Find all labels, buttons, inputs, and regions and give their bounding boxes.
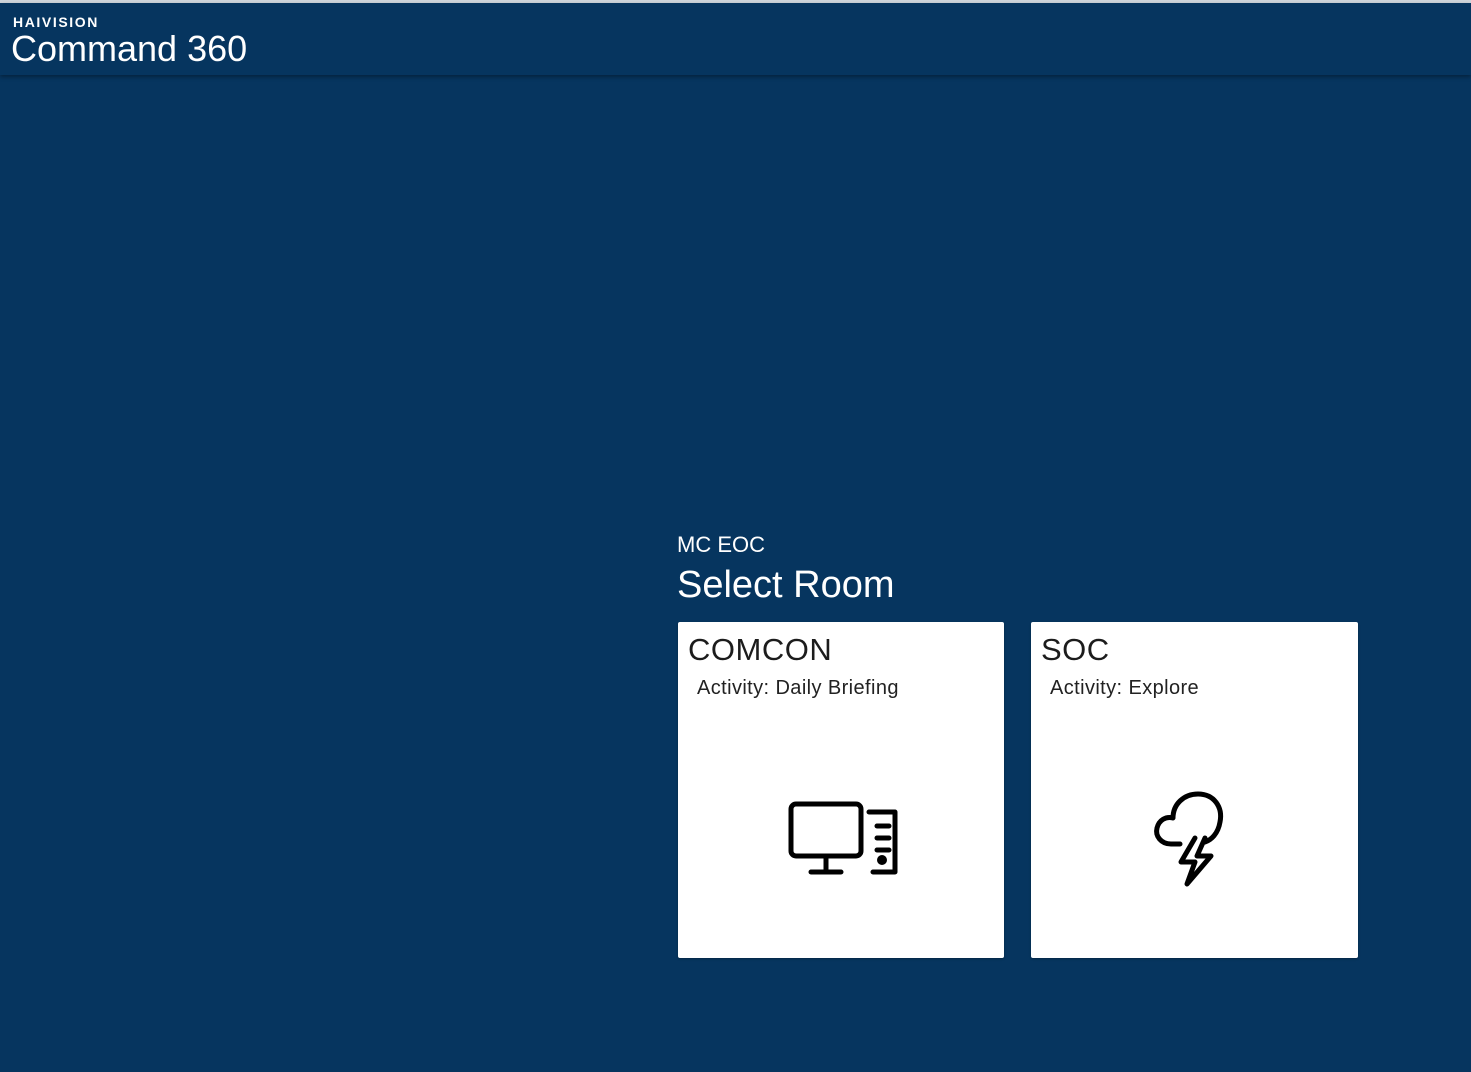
- room-activity: Activity: Explore: [1050, 677, 1200, 699]
- room-name: SOC: [1041, 632, 1110, 667]
- room-card-comcon[interactable]: COMCON Activity: Daily Briefing: [678, 622, 1004, 958]
- site-name: MC EOC: [677, 532, 765, 557]
- room-activity: Activity: Daily Briefing: [697, 677, 899, 699]
- cloud-lightning-icon: [1135, 782, 1255, 902]
- page-title: Select Room: [677, 564, 895, 606]
- app-header: HAIVISION Command 360: [0, 3, 1471, 75]
- desktop-computer-icon: [781, 782, 901, 902]
- room-card-soc[interactable]: SOC Activity: Explore: [1031, 622, 1358, 958]
- room-name: COMCON: [688, 632, 833, 667]
- app-title: Command 360: [11, 28, 248, 69]
